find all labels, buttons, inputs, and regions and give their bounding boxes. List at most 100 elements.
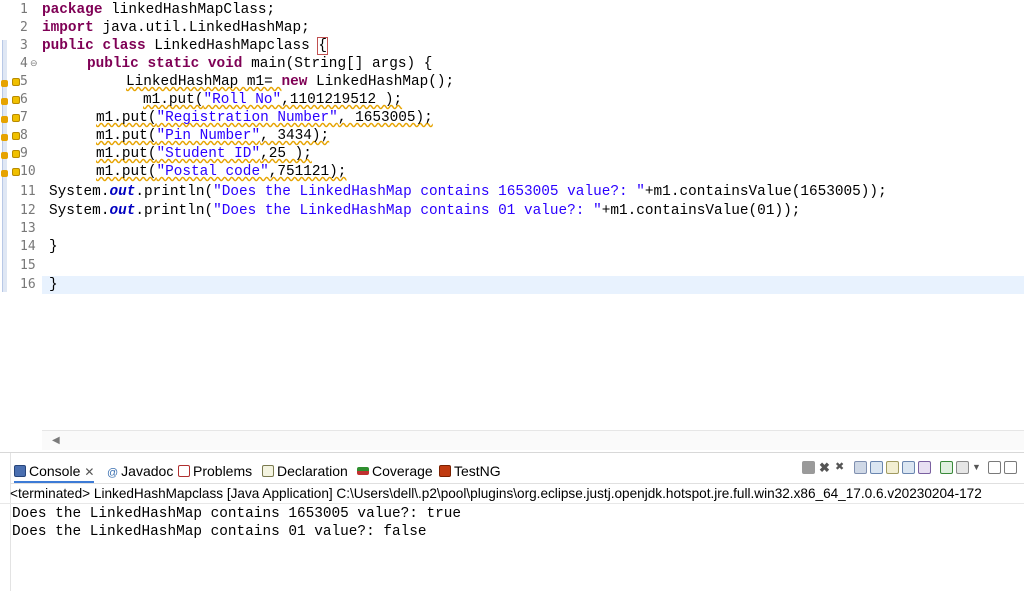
string-literal: "Roll No" [203, 92, 282, 108]
code-text: LinkedHashMap m1= [126, 74, 282, 90]
warning-span: m1.put("Student ID",25 ); [96, 146, 312, 162]
code-line-3[interactable]: public class LinkedHashMapclass { [42, 37, 1024, 55]
console-icon [14, 465, 26, 477]
show-on-output-icon[interactable] [886, 461, 899, 474]
declaration-icon [262, 465, 274, 477]
tab-problems[interactable]: Problems [178, 459, 252, 483]
code-line-1[interactable]: package linkedHashMapClass; [42, 1, 1024, 19]
line-9-gutter: 9 [10, 145, 42, 163]
horizontal-scrollbar[interactable]: ◀ [42, 430, 1024, 450]
tab-label: TestNG [454, 463, 501, 479]
tab-coverage[interactable]: Coverage [357, 459, 433, 483]
code-line-11[interactable]: System.out.println("Does the LinkedHashM… [42, 183, 1024, 201]
display-console-icon[interactable] [940, 461, 953, 474]
code-line-7[interactable]: m1.put("Registration Number", 1653005); [42, 109, 1024, 127]
scroll-lock-icon[interactable] [854, 461, 867, 474]
code-text: .println( [135, 203, 214, 219]
line-number-gutter[interactable]: 1 2 3 4 ⊖ 5 6 7 8 9 10 11 12 13 14 15 16 [10, 0, 42, 430]
string-literal: "Student ID" [156, 146, 261, 162]
console-status-line: <terminated> LinkedHashMapclass [Java Ap… [10, 483, 1024, 503]
console-output-line: Does the LinkedHashMap contains 1653005 … [12, 506, 462, 522]
code-text: m1.put( [96, 146, 157, 162]
code-text: m1.put( [96, 164, 157, 180]
maximize-icon[interactable] [1004, 461, 1017, 474]
tab-label: Declaration [277, 463, 348, 479]
code-line-14[interactable]: } [42, 238, 1024, 256]
code-text: ,25 ); [260, 146, 312, 162]
tab-label: Javadoc [121, 463, 174, 479]
code-line-9[interactable]: m1.put("Student ID",25 ); [42, 145, 1024, 163]
code-line-2[interactable]: import java.util.LinkedHashMap; [42, 19, 1024, 37]
warning-marker-icon[interactable] [1, 134, 8, 141]
line-number: 10 [20, 164, 36, 179]
warning-span: m1.put("Pin Number", 3434); [96, 128, 329, 144]
terminate-icon[interactable] [802, 461, 815, 474]
show-on-error-icon[interactable] [902, 461, 915, 474]
matching-bracket: { [317, 37, 328, 55]
line-7-gutter: 7 [10, 109, 42, 127]
line-4-gutter: 4 ⊖ [10, 55, 42, 73]
minimize-icon[interactable] [988, 461, 1001, 474]
tab-declaration[interactable]: Declaration [262, 459, 348, 483]
code-line-5[interactable]: LinkedHashMap m1= new LinkedHashMap(); [42, 73, 1024, 91]
remove-all-icon[interactable]: ✖ [835, 461, 844, 474]
warning-marker-icon[interactable] [1, 116, 8, 123]
tab-console[interactable]: Console ✕ [14, 459, 95, 483]
line-8-gutter: 8 [10, 127, 42, 145]
warning-marker-icon[interactable] [1, 152, 8, 159]
pin-console-icon[interactable] [918, 461, 931, 474]
warning-marker-icon[interactable] [1, 80, 8, 87]
code-line-8[interactable]: m1.put("Pin Number", 3434); [42, 127, 1024, 145]
console-panel: Console ✕ @ Javadoc Problems Declaration C… [0, 452, 1024, 591]
line-6-gutter: 6 [10, 91, 42, 109]
line-number: 15 [20, 258, 36, 273]
line-10-gutter: 10 [10, 163, 42, 181]
code-line-12[interactable]: System.out.println("Does the LinkedHashM… [42, 202, 1024, 220]
tab-testng[interactable]: TestNG [439, 459, 501, 483]
code-line-10[interactable]: m1.put("Postal code",751121); [42, 163, 1024, 181]
scroll-left-arrow-icon[interactable]: ◀ [52, 435, 60, 447]
string-literal: "Postal code" [156, 164, 269, 180]
tab-label: Coverage [372, 463, 433, 479]
line-number: 9 [20, 146, 28, 161]
tab-javadoc[interactable]: @ Javadoc [107, 459, 173, 483]
code-text: , 3434); [260, 128, 330, 144]
code-text-area[interactable]: package linkedHashMapClass; import java.… [42, 0, 1024, 430]
code-line-4[interactable]: public static void main(String[] args) { [42, 55, 1024, 73]
code-line-6[interactable]: m1.put("Roll No",1101219512 ); [42, 91, 1024, 109]
code-editor[interactable]: 1 2 3 4 ⊖ 5 6 7 8 9 10 11 12 13 14 15 16… [0, 0, 1024, 452]
line-number: 1 [20, 2, 28, 17]
warning-marker-icon[interactable] [1, 98, 8, 105]
console-toolbar: ✖ ✖ ▼ [802, 461, 1022, 479]
code-text: +m1.containsValue(1653005)); [644, 184, 887, 200]
code-line-15[interactable] [42, 257, 1024, 275]
keyword: new [281, 74, 308, 90]
tab-label: Console [29, 463, 81, 479]
change-ruler [2, 40, 7, 292]
code-text: System. [49, 203, 110, 219]
fold-collapse-icon[interactable]: ⊖ [30, 58, 40, 68]
line-number: 3 [20, 38, 28, 53]
open-console-icon[interactable] [956, 461, 969, 474]
warning-marker-icon[interactable] [1, 170, 8, 177]
close-icon[interactable]: ✕ [84, 465, 94, 479]
code-text: LinkedHashMapclass [145, 38, 319, 54]
javadoc-icon: @ [107, 467, 119, 479]
code-text: main(String[] args) { [242, 56, 433, 72]
remove-launch-icon[interactable]: ✖ [819, 461, 830, 474]
testng-icon [439, 465, 451, 477]
static-field: out [109, 184, 136, 200]
problems-icon [178, 465, 190, 477]
code-text: } [49, 277, 58, 293]
code-line-13[interactable] [42, 220, 1024, 238]
keyword: public class [42, 38, 146, 54]
warning-span: m1.put("Postal code",751121); [96, 164, 346, 180]
word-wrap-icon[interactable] [870, 461, 883, 474]
line-5-gutter: 5 [10, 73, 42, 91]
code-line-16-current[interactable]: } [42, 276, 1024, 294]
code-text: } [49, 239, 58, 255]
code-text: ,1101219512 ); [281, 92, 403, 108]
console-output[interactable]: Does the LinkedHashMap contains 1653005 … [0, 503, 1024, 591]
view-menu-chevron-down-icon[interactable]: ▼ [972, 461, 981, 474]
code-text: m1.put( [143, 92, 204, 108]
